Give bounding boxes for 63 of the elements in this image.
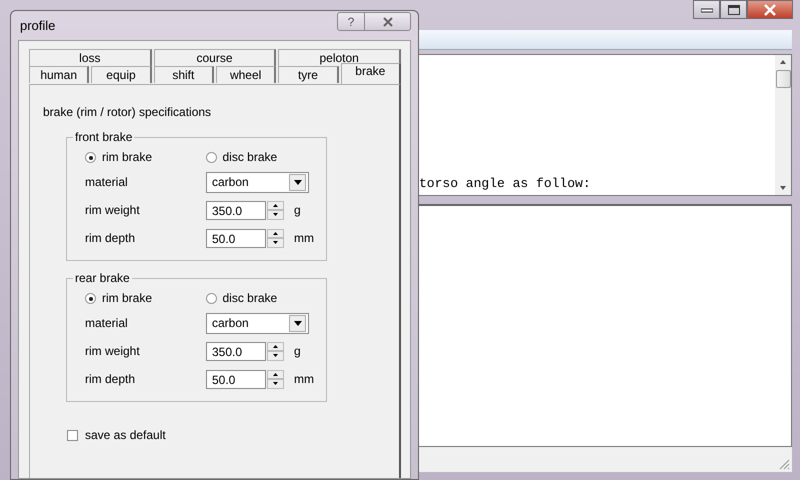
group-title: front brake [73,130,134,144]
help-button[interactable]: ? [337,12,365,31]
number-field[interactable]: 50.0 [206,228,266,248]
radio-button[interactable]: disc brake [206,291,326,305]
field-label: rim depth [85,231,136,245]
tab[interactable]: equip [91,66,152,83]
minimize-icon [700,6,712,12]
down-arrow-icon[interactable] [273,241,278,244]
maximize-icon [728,4,740,14]
unit-label: g [294,344,301,358]
radio-button[interactable]: rim brake [85,150,206,164]
number-field[interactable]: 350.0 [206,342,266,360]
unit-label: g [294,203,301,217]
scrollbar[interactable] [775,55,791,195]
radio-button[interactable]: rim brake [85,291,206,305]
caret-icon [294,180,302,184]
down-arrow-icon[interactable] [273,213,278,216]
field-label: rim weight [85,344,141,358]
scroll-thumb[interactable] [776,70,790,88]
close-button[interactable] [365,12,411,31]
maximize-button[interactable] [720,0,747,19]
field-label: material [85,175,129,189]
tab[interactable]: peloton [278,49,402,66]
dropdown[interactable]: carbon [206,312,309,334]
up-arrow-icon[interactable] [273,204,278,207]
unit-label: mm [294,231,314,245]
close-button[interactable] [747,0,793,19]
tab[interactable]: human [29,66,90,83]
field-label: rim depth [85,372,136,386]
window-title: profile [20,18,56,33]
dropdown[interactable]: carbon [206,172,309,192]
down-arrow-icon[interactable] [273,382,278,386]
tab[interactable]: shift [154,66,214,83]
close-icon [763,4,777,16]
scroll-down-icon[interactable] [779,185,787,191]
unit-label: mm [294,372,314,386]
resize-grip-icon[interactable] [778,458,790,470]
up-arrow-icon[interactable] [273,372,278,376]
spin-buttons[interactable] [267,370,284,388]
number-field[interactable]: 50.0 [206,370,266,388]
minimize-button[interactable] [693,0,720,19]
tab[interactable]: loss [29,49,152,66]
tab[interactable]: wheel [216,66,276,83]
section-heading: brake (rim / rotor) specifications [43,105,212,120]
group-title: rear brake [73,271,132,285]
tab[interactable]: tyre [278,66,339,83]
tab[interactable]: brake [340,63,401,84]
close-icon [382,16,394,26]
field-label: rim weight [85,203,141,217]
radio-button[interactable]: disc brake [206,150,326,164]
caret-icon [294,320,302,326]
spin-buttons[interactable] [267,228,284,248]
output-text: torso angle as follow: [419,176,592,193]
scroll-up-icon[interactable] [779,59,787,65]
tab[interactable]: course [154,49,276,66]
up-arrow-icon[interactable] [273,344,278,348]
checkbox[interactable]: save as default [67,428,177,442]
spin-buttons[interactable] [267,342,284,360]
spin-buttons[interactable] [267,200,284,220]
number-field[interactable]: 350.0 [206,200,266,220]
down-arrow-icon[interactable] [273,354,278,358]
up-arrow-icon[interactable] [273,232,278,235]
field-label: material [85,316,129,330]
